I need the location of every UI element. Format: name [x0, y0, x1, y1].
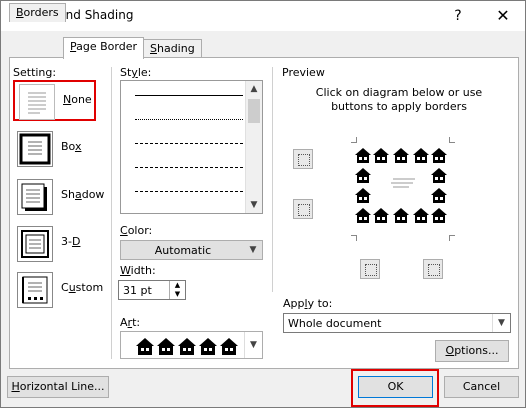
- scroll-down-arrow-icon[interactable]: ▼: [246, 197, 262, 213]
- accel: O: [445, 344, 455, 357]
- borders-and-shading-dialog: Borders and Shading ? ✕ Borders Page Bor…: [0, 0, 526, 408]
- style-option-solid[interactable]: [135, 95, 243, 96]
- accel: C: [120, 224, 128, 237]
- style-option-dash-dot[interactable]: [135, 191, 243, 192]
- help-button[interactable]: ?: [436, 1, 480, 31]
- accel: a: [74, 188, 82, 201]
- setting-custom-label: Custom: [61, 281, 103, 294]
- label-rest: y to:: [307, 297, 333, 310]
- label-rest: le:: [137, 66, 152, 79]
- setting-3d-label: 3-D: [61, 235, 80, 248]
- accel: x: [74, 140, 82, 153]
- label-rest: one: [71, 93, 92, 106]
- setting-shadow-icon: [17, 179, 53, 215]
- chevron-down-icon: ▼: [244, 332, 262, 358]
- label-rest: t:: [132, 316, 141, 329]
- title-bar: Borders and Shading ? ✕: [1, 1, 525, 31]
- setting-none-icon: [19, 84, 55, 120]
- house-border-preview-icon: [355, 148, 447, 223]
- color-label: Color:: [120, 224, 152, 237]
- accel: N: [63, 93, 72, 106]
- label-rest: dow: [81, 188, 105, 201]
- house-art-preview-icon: [136, 338, 238, 355]
- color-dropdown[interactable]: Automatic ▼: [120, 240, 263, 260]
- label-pre: 3-: [61, 235, 72, 248]
- tab-label-rest: age Border: [76, 40, 138, 53]
- label-rest: orizontal Line...: [19, 380, 105, 393]
- width-value: 31 pt: [123, 284, 152, 297]
- setting-none-label: None: [63, 93, 92, 106]
- setting-3d[interactable]: 3-D: [13, 224, 101, 262]
- ok-button[interactable]: OK: [358, 376, 433, 398]
- chevron-down-icon: ▼: [492, 314, 510, 332]
- style-scrollbar[interactable]: ▲ ▼: [245, 81, 262, 213]
- label-pre: C: [61, 281, 69, 294]
- width-spin-buttons[interactable]: ▲ ▼: [169, 281, 185, 299]
- tab-label-rest: orders: [23, 6, 59, 19]
- label-pre: App: [283, 297, 305, 310]
- tab-label-rest: hading: [156, 42, 195, 55]
- left-border-button[interactable]: [360, 259, 380, 279]
- accel: W: [120, 264, 131, 277]
- scroll-thumb[interactable]: [248, 99, 260, 123]
- accel: H: [11, 380, 20, 393]
- apply-to-dropdown[interactable]: Whole document ▼: [283, 313, 511, 333]
- spin-up-icon[interactable]: ▲: [170, 281, 185, 290]
- cancel-button[interactable]: Cancel: [444, 376, 519, 398]
- right-border-button[interactable]: [423, 259, 443, 279]
- preview-diagram[interactable]: [351, 137, 455, 241]
- width-spinner[interactable]: 31 pt ▲ ▼: [118, 280, 186, 300]
- accel: D: [71, 235, 81, 248]
- art-dropdown[interactable]: ▼: [120, 331, 263, 359]
- preview-hint: Click on diagram below or use buttons to…: [315, 86, 483, 113]
- label-pre: A: [120, 316, 128, 329]
- setting-custom-icon: [17, 272, 53, 308]
- horizontal-line-button[interactable]: Horizontal Line...: [7, 376, 109, 398]
- setting-3d-icon: [17, 226, 53, 262]
- close-button[interactable]: ✕: [481, 1, 525, 31]
- tab-borders[interactable]: Borders: [9, 3, 66, 22]
- color-value: Automatic: [154, 244, 212, 257]
- chevron-down-icon: ▼: [249, 245, 257, 255]
- spin-down-icon[interactable]: ▼: [170, 290, 185, 299]
- accel: u: [68, 281, 76, 294]
- label-pre: Sh: [61, 188, 75, 201]
- tab-accel: B: [16, 6, 24, 19]
- setting-label-text: Setting:: [13, 66, 57, 79]
- setting-label: Setting:: [13, 66, 56, 79]
- label-rest: idth:: [130, 264, 156, 277]
- apply-to-value: Whole document: [288, 317, 382, 330]
- preview-label: Preview: [282, 66, 325, 79]
- label-rest: stom: [75, 281, 104, 294]
- tab-page-border[interactable]: Page Border: [63, 37, 145, 59]
- label-rest: olor:: [127, 224, 153, 237]
- bottom-border-button[interactable]: [293, 199, 313, 219]
- art-label: Art:: [120, 316, 140, 329]
- setting-none[interactable]: None: [13, 80, 96, 121]
- setting-shadow-label: Shadow: [61, 188, 104, 201]
- style-label: Style:: [120, 66, 151, 79]
- setting-shadow[interactable]: Shadow: [13, 177, 104, 215]
- setting-box-icon: [17, 131, 53, 167]
- top-border-button[interactable]: [293, 149, 313, 169]
- label-pre: St: [120, 66, 132, 79]
- style-option-dashed-small[interactable]: [135, 143, 243, 144]
- divider-right: [272, 67, 273, 292]
- apply-to-label: Apply to:: [283, 297, 332, 310]
- setting-custom[interactable]: Custom: [13, 270, 103, 308]
- width-label: Width:: [120, 264, 156, 277]
- style-list[interactable]: ▲ ▼: [120, 80, 263, 214]
- divider-left: [111, 67, 112, 359]
- scroll-up-arrow-icon[interactable]: ▲: [246, 81, 262, 97]
- options-button[interactable]: Options...: [435, 340, 509, 362]
- setting-box[interactable]: Box: [13, 129, 101, 167]
- setting-box-label: Box: [61, 140, 81, 153]
- tab-shading[interactable]: Shading: [143, 39, 202, 58]
- label-pre: Bo: [61, 140, 75, 153]
- style-option-dashed[interactable]: [135, 167, 243, 168]
- label-rest: ptions...: [454, 344, 499, 357]
- tab-accel: S: [150, 42, 157, 55]
- style-option-dotted[interactable]: [135, 119, 243, 120]
